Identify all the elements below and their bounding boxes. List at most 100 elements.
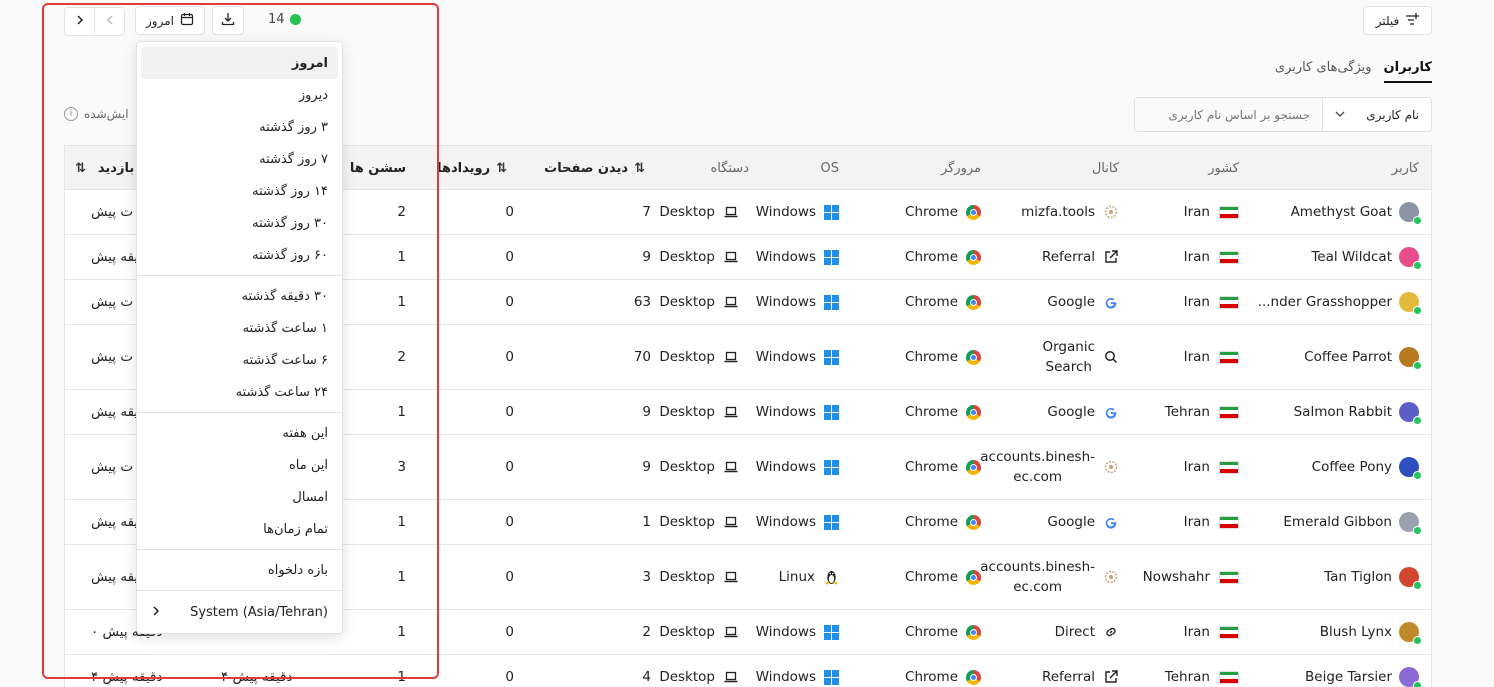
user-cell[interactable]: ...nder Grasshopper	[1258, 280, 1422, 324]
dropdown-option[interactable]: ۷ روز گذشته	[141, 143, 338, 175]
col-country[interactable]: کشور	[1208, 146, 1239, 190]
search-input[interactable]	[1135, 98, 1322, 131]
iran-flag-icon	[1219, 405, 1239, 419]
dropdown-option[interactable]: ۳۰ روز گذشته	[141, 207, 338, 239]
device-name: Desktop	[659, 404, 715, 420]
user-cell[interactable]: Emerald Gibbon	[1283, 500, 1422, 544]
country-name: Iran	[1183, 249, 1210, 265]
table-row[interactable]: Beige Tarsier Tehran Referral Chrome Win…	[65, 655, 1431, 687]
site-icon	[1103, 459, 1119, 475]
os-name: Windows	[755, 204, 816, 220]
col-os[interactable]: OS	[821, 146, 839, 190]
channel-name: Google	[1047, 294, 1095, 310]
dropdown-option[interactable]: ۶۰ روز گذشته	[141, 239, 338, 271]
user-cell[interactable]: Beige Tarsier	[1305, 655, 1422, 687]
iran-flag-icon	[1219, 460, 1239, 474]
user-cell[interactable]: Blush Lynx	[1320, 610, 1422, 654]
prev-period-button[interactable]	[64, 7, 95, 36]
sort-icon[interactable]: ⇅	[496, 161, 507, 176]
col-pageviews[interactable]: دیدن صفحات ⇅	[544, 146, 651, 190]
col-sessions[interactable]: سشن ها	[350, 146, 406, 190]
download-button[interactable]	[212, 6, 244, 35]
last-visit-cell: ت پیش	[91, 204, 134, 220]
chevron-right-icon	[151, 605, 161, 620]
browser-name: Chrome	[905, 624, 958, 640]
site-icon	[1103, 569, 1119, 585]
chrome-icon	[966, 404, 981, 420]
chrome-icon	[966, 624, 981, 640]
os-cell: Windows	[756, 610, 839, 654]
col-device[interactable]: دستگاه	[710, 146, 749, 190]
channel-name: Referral	[1041, 669, 1095, 685]
dropdown-option[interactable]: ۶ ساعت گذشته	[141, 344, 338, 376]
next-period-button[interactable]	[94, 7, 125, 36]
dropdown-option[interactable]: این ماه	[141, 449, 338, 481]
date-range-button[interactable]: امروز	[135, 6, 205, 35]
user-name: Beige Tarsier	[1305, 669, 1392, 685]
browser-cell: Chrome	[905, 390, 981, 434]
channel-cell: mizfa.tools	[989, 190, 1119, 234]
user-cell[interactable]: Coffee Parrot	[1304, 325, 1422, 389]
filter-add-icon	[1405, 12, 1420, 29]
user-cell[interactable]: Coffee Pony	[1311, 435, 1422, 499]
col-events[interactable]: رویدادها ⇅	[437, 146, 513, 190]
tab-users[interactable]: کاربران	[1383, 60, 1432, 83]
dropdown-option[interactable]: بازه دلخواه	[141, 554, 338, 586]
pageviews-cell: 4	[642, 669, 651, 685]
sort-icon[interactable]: ⇅	[75, 161, 86, 176]
dropdown-option[interactable]: ۳۰ دقیقه گذشته	[141, 280, 338, 312]
online-status-dot	[1413, 416, 1422, 425]
sort-icon[interactable]: ⇅	[634, 161, 645, 176]
dropdown-option[interactable]: امروز	[141, 47, 338, 79]
device-cell: Desktop	[659, 190, 739, 234]
last-visit-cell: یقه پیش	[91, 404, 139, 420]
laptop-icon	[723, 249, 739, 265]
dropdown-option[interactable]: ۲۴ ساعت گذشته	[141, 376, 338, 408]
pageviews-cell: 9	[642, 459, 651, 475]
dropdown-option[interactable]: امسال	[141, 481, 338, 513]
dropdown-option[interactable]: ۳ روز گذشته	[141, 111, 338, 143]
dropdown-option[interactable]: این هفته	[141, 417, 338, 449]
user-cell[interactable]: Tan Tiglon	[1324, 545, 1422, 609]
laptop-icon	[723, 514, 739, 530]
country-cell: Tehran	[1165, 390, 1239, 434]
chrome-icon	[966, 249, 981, 265]
timezone-selector[interactable]: System (Asia/Tehran)	[141, 595, 338, 629]
device-name: Desktop	[659, 349, 715, 365]
channel-cell: Google	[989, 280, 1119, 324]
search-field-select[interactable]: نام کاربری	[1322, 98, 1431, 131]
chrome-icon	[966, 294, 981, 310]
online-status-dot	[1413, 306, 1422, 315]
windows-icon	[824, 294, 839, 310]
col-last-visit[interactable]: ⇅ بازدید	[69, 146, 134, 190]
browser-name: Chrome	[905, 669, 958, 685]
country-name: Nowshahr	[1142, 569, 1210, 585]
laptop-icon	[723, 349, 739, 365]
browser-name: Chrome	[905, 569, 958, 585]
dropdown-option[interactable]: ۱ ساعت گذشته	[141, 312, 338, 344]
country-name: Iran	[1183, 349, 1210, 365]
dropdown-option[interactable]: دیروز	[141, 79, 338, 111]
last-visit-cell: ت پیش	[91, 459, 134, 475]
filter-button[interactable]: فیلتر	[1363, 6, 1432, 35]
user-cell[interactable]: Teal Wildcat	[1311, 235, 1422, 279]
col-user[interactable]: کاربر	[1392, 146, 1419, 190]
dropdown-option[interactable]: تمام زمان‌ها	[141, 513, 338, 545]
timezone-label: System (Asia/Tehran)	[190, 604, 328, 620]
last-visit-cell: ت پیش	[91, 294, 134, 310]
user-cell[interactable]: Salmon Rabbit	[1294, 390, 1422, 434]
windows-icon	[824, 249, 839, 265]
windows-icon	[824, 624, 839, 640]
col-browser[interactable]: مرورگر	[941, 146, 981, 190]
user-cell[interactable]: Amethyst Goat	[1291, 190, 1422, 234]
info-icon[interactable]: i	[64, 107, 78, 121]
sessions-cell: 2	[397, 349, 406, 365]
country-name: Tehran	[1164, 669, 1210, 685]
tab-user-properties[interactable]: ویژگی‌های کاربری	[1275, 60, 1372, 83]
user-name: Coffee Pony	[1311, 459, 1392, 475]
channel-name: Organic Search	[1042, 339, 1095, 375]
dropdown-option[interactable]: ۱۴ روز گذشته	[141, 175, 338, 207]
col-channel[interactable]: کانال	[1092, 146, 1119, 190]
channel-cell: Google	[989, 390, 1119, 434]
country-cell: Iran	[1184, 500, 1239, 544]
